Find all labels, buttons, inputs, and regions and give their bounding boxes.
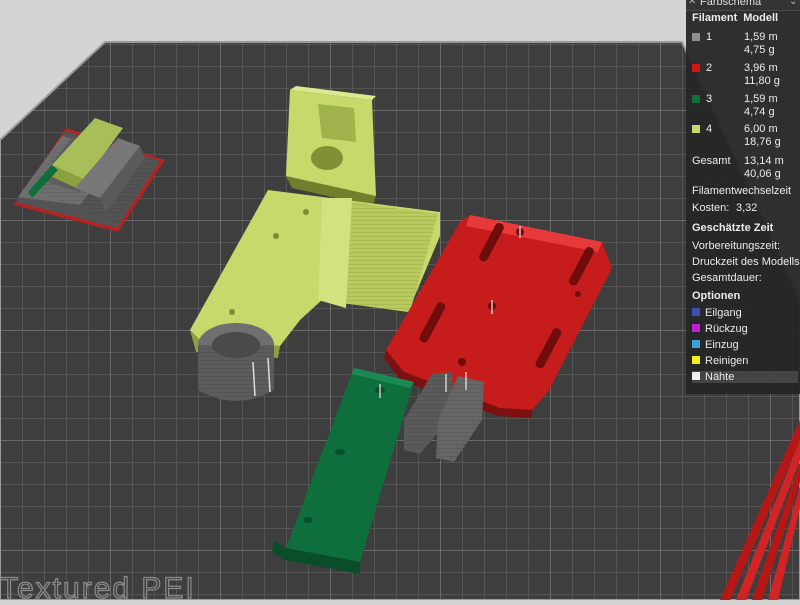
options-title: Optionen [692,290,741,302]
collapse-icon[interactable]: ✕ [688,0,696,7]
panel-title-bar: ✕ Farbschema ⌄ [686,0,800,11]
filament-swatch [692,64,700,72]
option-seams[interactable]: Nähte [692,371,798,383]
total-time-label: Gesamtdauer: [692,272,762,284]
option-swatch [692,324,700,332]
filament-id: 4 [706,123,713,135]
option-label: Rückzug [705,323,748,335]
gray-cylinder-model[interactable] [198,323,274,401]
filament-id: 3 [706,93,713,105]
filament-weight: 4,74 g [744,106,775,118]
filament-swatch [692,125,700,133]
filament-length: 3,96 m [744,62,778,74]
filament-weight: 18,76 g [744,136,781,148]
build-plate [0,41,800,601]
filament-length: 6,00 m [744,123,778,135]
option-swatch [692,308,700,316]
prep-time-label: Vorbereitungszeit: [692,240,781,252]
total-label: Gesamt [692,155,731,167]
total-weight: 40,06 g [744,168,781,180]
panel-title: Farbschema [700,0,762,8]
option-label: Reinigen [705,355,749,367]
header-model: Modell [743,12,779,24]
dropdown-icon[interactable]: ⌄ [789,0,797,7]
filament-id: 2 [706,62,713,74]
option-swatch [692,356,700,364]
legend-panel: ✕ Farbschema ⌄ Filament Modell 1 1,59 m 4… [686,0,800,394]
option-swatch [692,372,700,380]
filament-length: 1,59 m [744,31,778,43]
option-label: Eilgang [705,307,742,319]
legend-header: Filament Modell [692,12,784,24]
filament-swatch [692,33,700,41]
filament-weight: 11,80 g [744,75,780,87]
filament-swatch [692,95,700,103]
option-swatch [692,340,700,348]
cost-value: 3,32 [736,202,758,214]
filament-weight: 4,75 g [744,44,775,56]
filament-id: 1 [706,31,713,43]
print-time-label: Druckzeit des Modells [692,256,800,268]
filament-change-time: Filamentwechselzeit [692,185,792,197]
header-filament: Filament [692,12,738,24]
total-length: 13,14 m [744,155,784,167]
option-unretract[interactable]: Einzug [692,339,739,351]
option-retract[interactable]: Rückzug [692,323,748,335]
option-label: Einzug [705,339,739,351]
option-wipe[interactable]: Reinigen [692,355,748,367]
plate-label: Textured PEI [0,572,196,600]
filament-length: 1,59 m [744,93,778,105]
estimated-time-title: Geschätzte Zeit [692,222,774,234]
option-travel[interactable]: Eilgang [692,307,742,319]
3d-viewport[interactable]: Textured PEI [0,0,800,605]
option-label: Nähte [705,371,735,383]
build-plate-scene: Textured PEI [0,41,800,605]
cost-label: Kosten: [692,202,730,214]
